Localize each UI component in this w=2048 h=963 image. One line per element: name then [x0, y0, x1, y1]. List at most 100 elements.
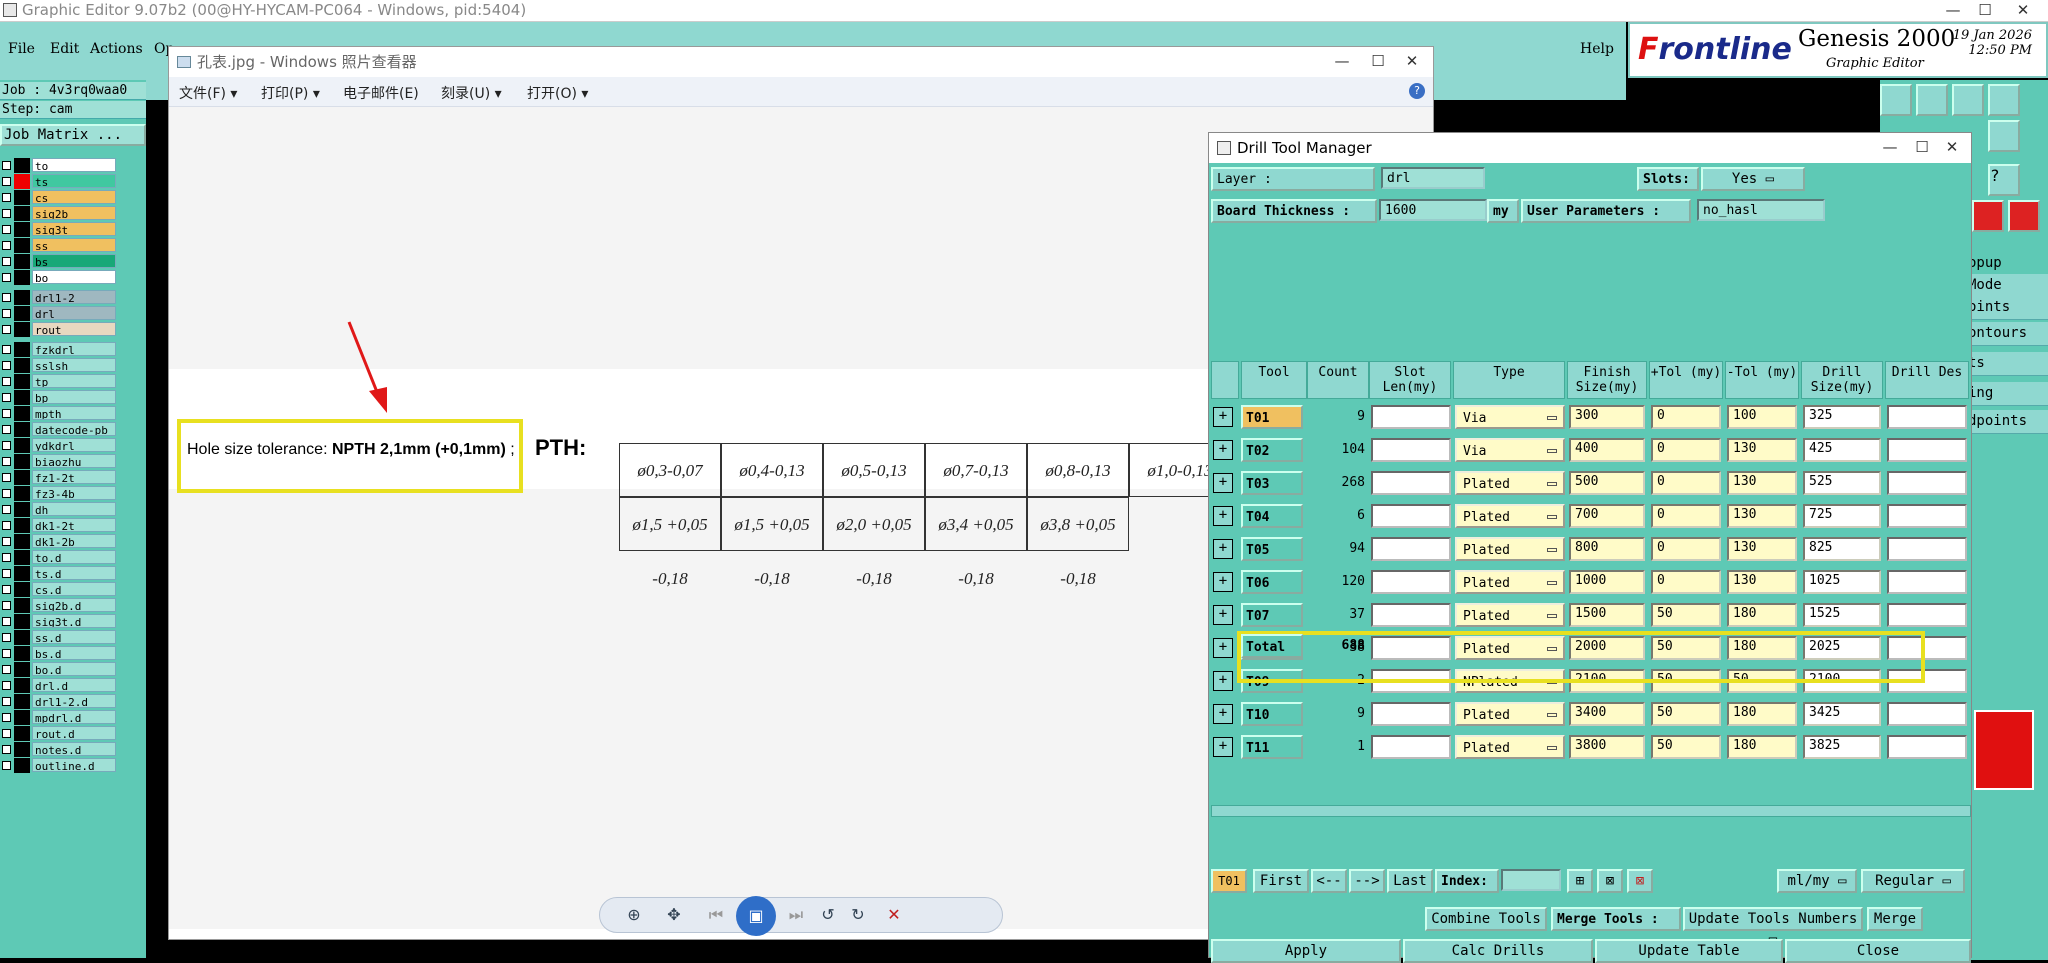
menu-edit[interactable]: Edit	[50, 41, 79, 57]
layer-checkbox[interactable]	[2, 681, 11, 690]
finish-size-field[interactable]: 1500	[1569, 603, 1645, 627]
plus-tol-field[interactable]: 0	[1651, 570, 1721, 594]
tool-name[interactable]: T07	[1241, 603, 1303, 627]
menu-burn[interactable]: 刻录(U) ▾	[441, 83, 502, 103]
layer-row[interactable]: biaozhu	[0, 454, 118, 469]
layer-row[interactable]: fz1-2t	[0, 470, 118, 485]
layer-row[interactable]: drl.d	[0, 678, 118, 693]
layer-row[interactable]: rout	[0, 322, 118, 337]
layer-checkbox[interactable]	[2, 553, 11, 562]
side-endpoints[interactable]: dpoints	[1966, 410, 2048, 434]
layer-row[interactable]: mpth	[0, 406, 118, 421]
last-button[interactable]: Last	[1387, 869, 1433, 893]
layer-row[interactable]: ss	[0, 238, 118, 253]
layer-checkbox[interactable]	[2, 325, 11, 334]
type-select[interactable]: Plated	[1455, 471, 1565, 495]
side-item[interactable]: ts	[1966, 352, 2048, 376]
prev-button[interactable]: <--	[1311, 869, 1347, 893]
rotate-right-icon[interactable]: ↻	[846, 904, 870, 926]
layer-checkbox[interactable]	[2, 393, 11, 402]
slot-len-field[interactable]	[1371, 570, 1451, 594]
tool-button[interactable]	[1916, 84, 1948, 116]
type-select[interactable]: Plated	[1455, 504, 1565, 528]
drill-size-field[interactable]: 325	[1803, 405, 1881, 429]
type-select[interactable]: Plated	[1455, 570, 1565, 594]
menu-file[interactable]: File	[8, 41, 35, 57]
menu-email[interactable]: 电子邮件(E)	[343, 83, 419, 103]
layer-checkbox[interactable]	[2, 489, 11, 498]
drill-size-field[interactable]: 3825	[1803, 735, 1881, 759]
drill-des-field[interactable]	[1887, 603, 1967, 627]
side-item[interactable]: ing	[1966, 382, 2048, 406]
tool-button[interactable]	[1880, 84, 1912, 116]
minus-tol-field[interactable]: 130	[1727, 537, 1797, 561]
horizontal-scrollbar[interactable]	[1211, 805, 1971, 817]
slot-len-field[interactable]	[1371, 537, 1451, 561]
drill-size-field[interactable]: 3425	[1803, 702, 1881, 726]
expand-icon[interactable]: +	[1213, 440, 1233, 460]
help-icon[interactable]: ?	[1988, 164, 2020, 196]
layer-checkbox[interactable]	[2, 665, 11, 674]
menu-print[interactable]: 打印(P) ▾	[261, 83, 320, 103]
layer-row[interactable]: ts	[0, 174, 118, 189]
layer-checkbox[interactable]	[2, 457, 11, 466]
drill-des-field[interactable]	[1887, 735, 1967, 759]
close-icon[interactable]: ✕	[1929, 137, 1975, 159]
layer-row[interactable]: sig3t	[0, 222, 118, 237]
layer-row[interactable]: tp	[0, 374, 118, 389]
index-field[interactable]	[1501, 869, 1561, 891]
expand-icon[interactable]: +	[1213, 638, 1233, 658]
finish-size-field[interactable]: 700	[1569, 504, 1645, 528]
minus-tol-field[interactable]: 180	[1727, 735, 1797, 759]
expand-icon[interactable]: +	[1213, 704, 1233, 724]
drill-des-field[interactable]	[1887, 702, 1967, 726]
layer-checkbox[interactable]	[2, 473, 11, 482]
layer-checkbox[interactable]	[2, 241, 11, 250]
layer-row[interactable]: sig2b	[0, 206, 118, 221]
layer-row[interactable]: cs.d	[0, 582, 118, 597]
layer-checkbox[interactable]	[2, 293, 11, 302]
expand-icon[interactable]: +	[1213, 671, 1233, 691]
update-table-button[interactable]: Update Table	[1595, 939, 1783, 963]
tool-name[interactable]: T03	[1241, 471, 1303, 495]
tool-button[interactable]	[1972, 200, 2004, 232]
type-select[interactable]: Plated	[1455, 537, 1565, 561]
help-icon[interactable]: ?	[1409, 83, 1425, 99]
layer-checkbox[interactable]	[2, 309, 11, 318]
layer-field[interactable]: drl	[1381, 167, 1485, 189]
layer-row[interactable]: ts.d	[0, 566, 118, 581]
drill-size-field[interactable]: 725	[1803, 504, 1881, 528]
plus-tol-field[interactable]: 50	[1651, 603, 1721, 627]
layer-checkbox[interactable]	[2, 377, 11, 386]
delete-icon[interactable]: ⊠	[1597, 869, 1623, 893]
menu-help[interactable]: Help	[1580, 41, 1614, 57]
layer-row[interactable]: cs	[0, 190, 118, 205]
layer-row[interactable]: drl	[0, 306, 118, 321]
thickness-field[interactable]: 1600	[1379, 199, 1487, 221]
type-select[interactable]: Plated	[1455, 735, 1565, 759]
tool-name[interactable]: T05	[1241, 537, 1303, 561]
combine-tools-button[interactable]: Combine Tools	[1425, 907, 1547, 931]
tool-name[interactable]: T11	[1241, 735, 1303, 759]
drill-size-field[interactable]: 425	[1803, 438, 1881, 462]
layer-row[interactable]: dk1-2t	[0, 518, 118, 533]
layer-row[interactable]: drl1-2	[0, 290, 118, 305]
slot-len-field[interactable]	[1371, 702, 1451, 726]
layer-row[interactable]: sslsh	[0, 358, 118, 373]
tool-name[interactable]: T04	[1241, 504, 1303, 528]
type-select[interactable]: Plated	[1455, 603, 1565, 627]
slots-select[interactable]: Yes ▭	[1701, 167, 1805, 191]
layer-checkbox[interactable]	[2, 745, 11, 754]
type-select[interactable]: Via	[1455, 438, 1565, 462]
tool-name[interactable]: T02	[1241, 438, 1303, 462]
drill-des-field[interactable]	[1887, 504, 1967, 528]
layer-checkbox[interactable]	[2, 409, 11, 418]
next-button[interactable]: -->	[1349, 869, 1385, 893]
layer-checkbox[interactable]	[2, 633, 11, 642]
slot-len-field[interactable]	[1371, 471, 1451, 495]
layer-row[interactable]: ss.d	[0, 630, 118, 645]
finish-size-field[interactable]: 3400	[1569, 702, 1645, 726]
layer-row[interactable]: to	[0, 158, 118, 173]
tool-button[interactable]	[1988, 84, 2020, 116]
tool-name[interactable]: T10	[1241, 702, 1303, 726]
